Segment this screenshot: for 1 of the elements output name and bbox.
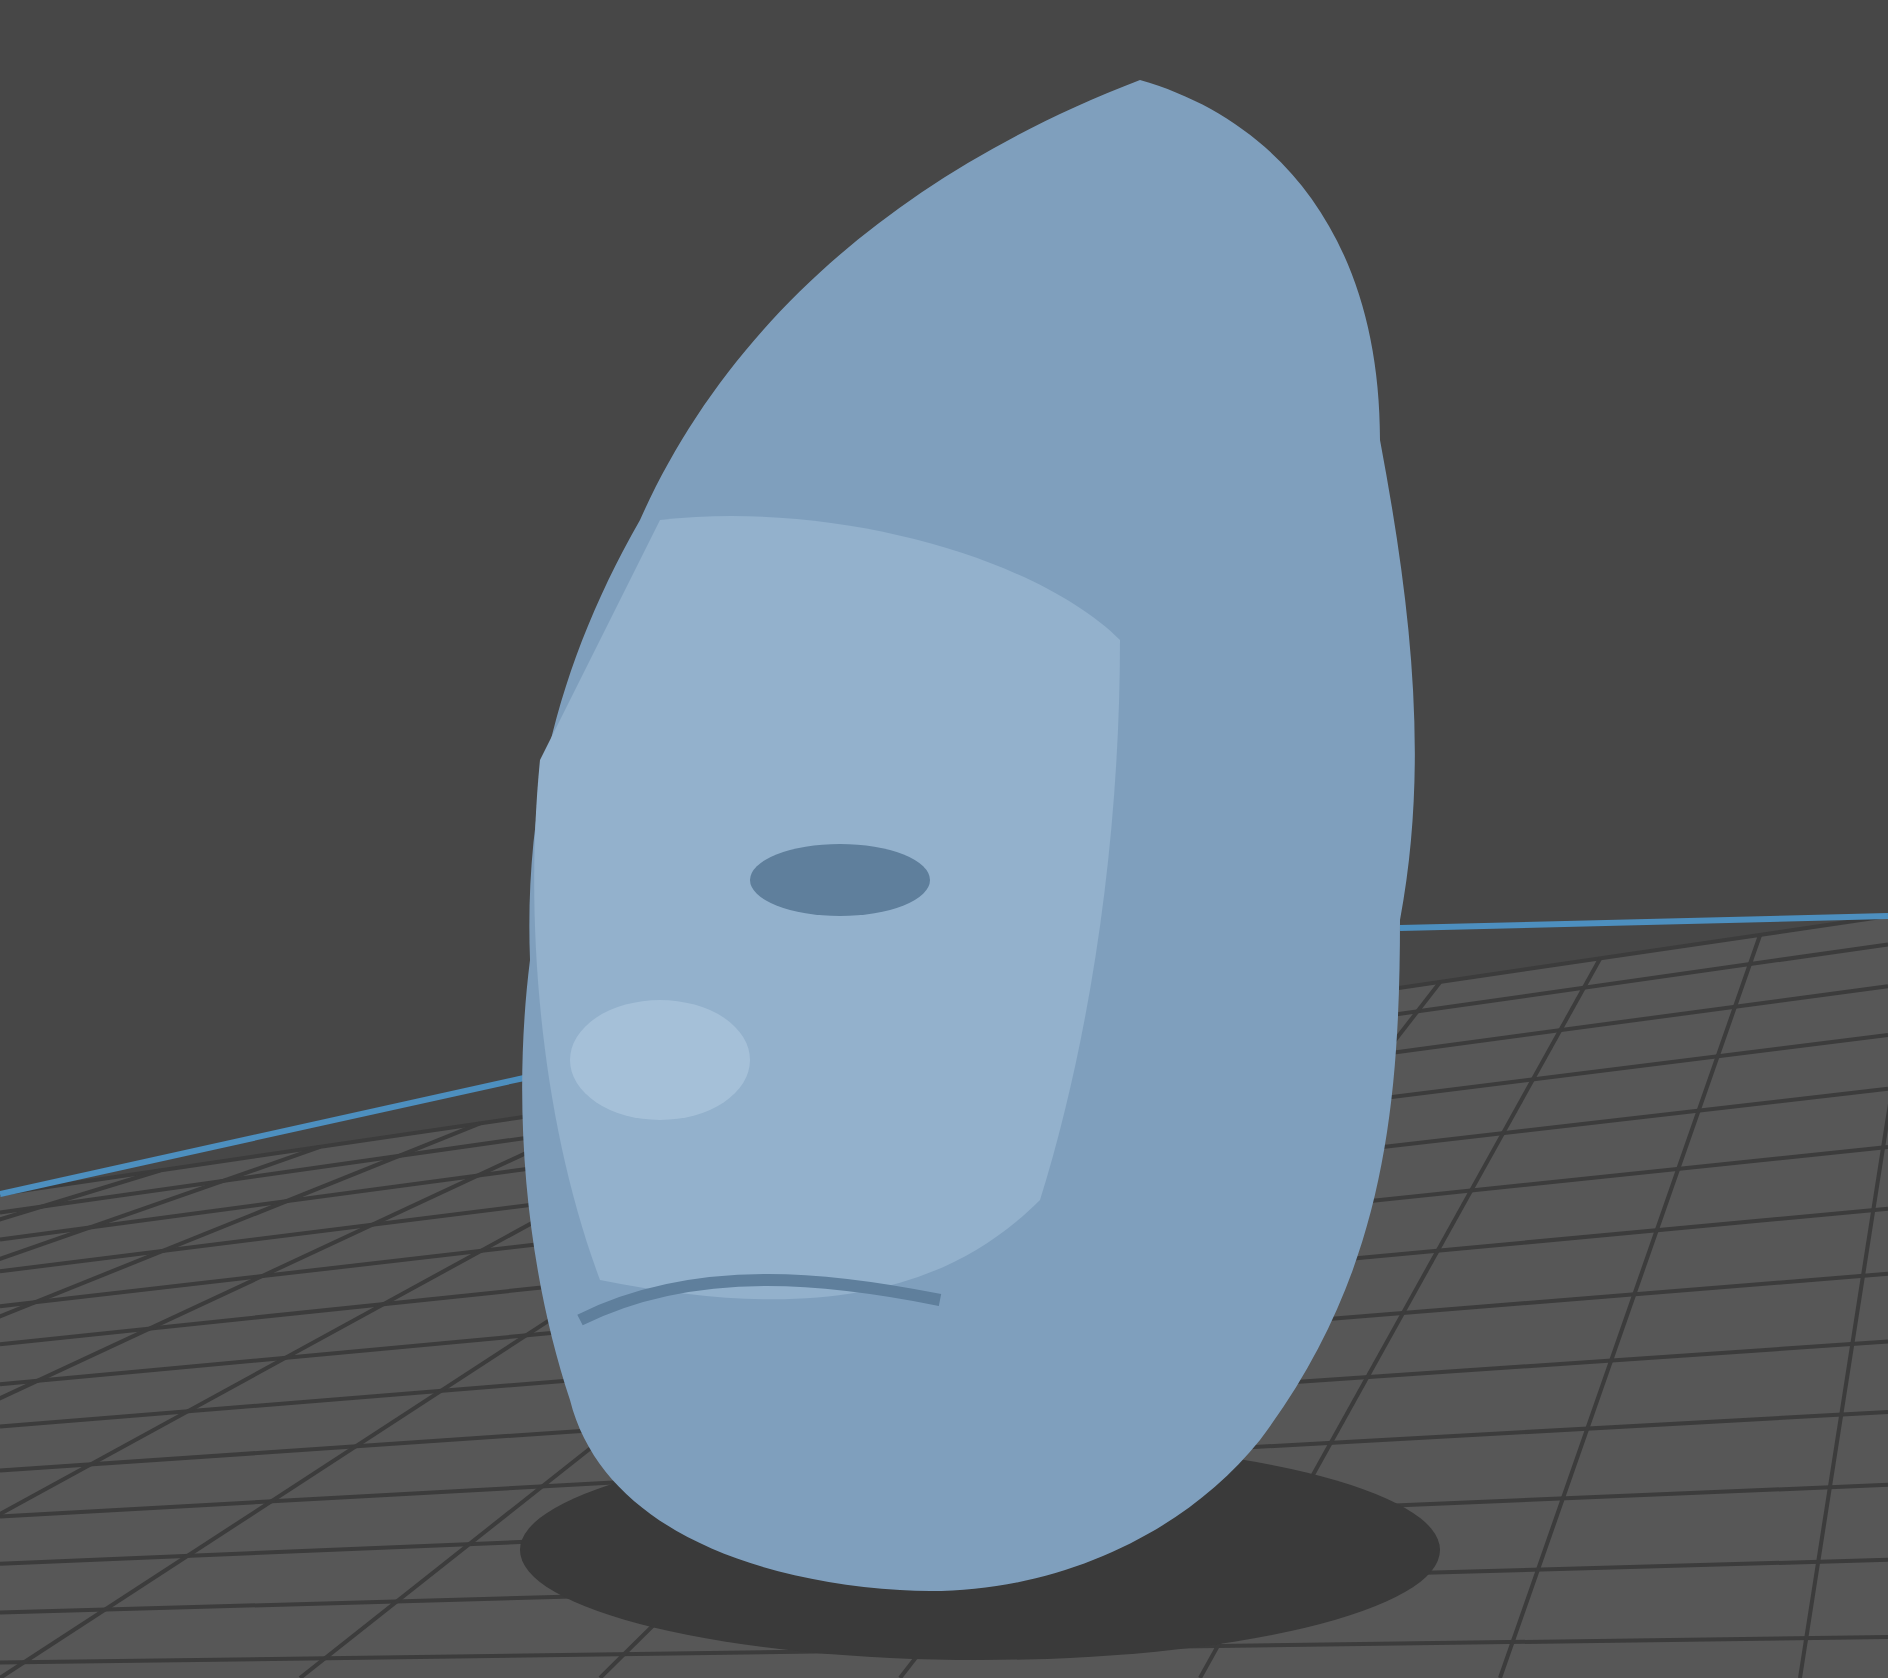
sculpted-head-model[interactable] [520,80,1440,1660]
